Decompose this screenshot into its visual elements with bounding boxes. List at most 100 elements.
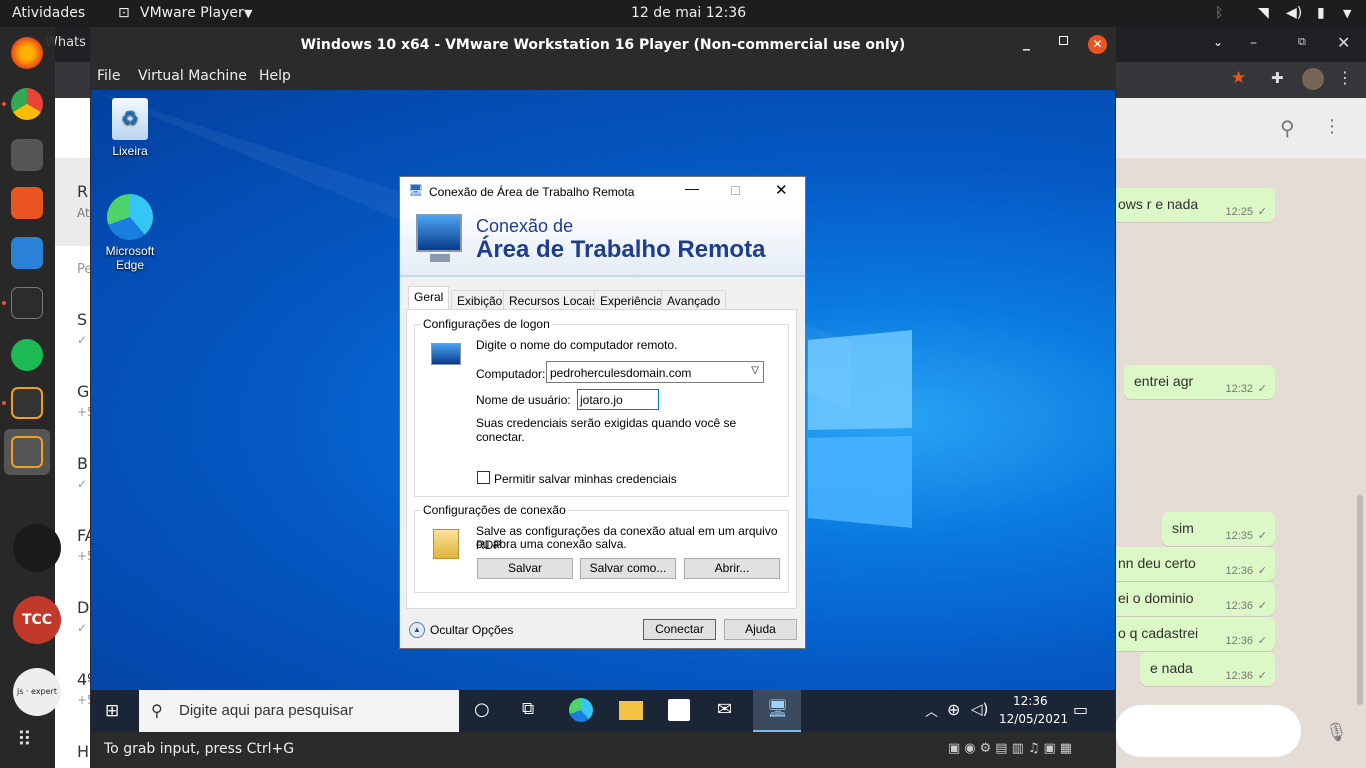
- system-menu-chevron-icon[interactable]: ▼: [1343, 7, 1351, 20]
- menu-file[interactable]: File: [97, 68, 120, 84]
- tab-exibicao[interactable]: Exibição: [451, 290, 509, 310]
- username-input[interactable]: jotaro.jo: [577, 389, 659, 410]
- hide-options-chevron-icon[interactable]: ▲: [409, 622, 425, 638]
- message-bubble[interactable]: e nada 12:36 ✓: [1140, 652, 1275, 686]
- menu-virtual-machine[interactable]: Virtual Machine: [138, 68, 247, 84]
- device-status-icons[interactable]: ▣◉⚙▤▥♫▣▦: [948, 741, 1076, 756]
- tab-avancado[interactable]: Avançado: [661, 290, 727, 310]
- message-bubble[interactable]: ows r e nada 12:25 ✓: [1108, 188, 1275, 222]
- chat-avatar: [13, 524, 61, 572]
- message-text: entrei agr: [1134, 373, 1194, 389]
- save-button[interactable]: Salvar: [477, 558, 573, 579]
- taskbar-search-box[interactable]: ⚲ Digite aqui para pesquisar: [139, 690, 459, 732]
- firefox-icon[interactable]: [11, 37, 43, 69]
- profile-avatar[interactable]: [1302, 68, 1324, 90]
- terminal-icon[interactable]: [11, 287, 43, 319]
- conversation-scrollbar[interactable]: [1357, 495, 1363, 705]
- hide-options-link[interactable]: Ocultar Opções: [430, 623, 513, 637]
- volume-icon[interactable]: ◀): [1286, 5, 1302, 21]
- minimize-icon[interactable]: —: [685, 180, 699, 196]
- minimize-icon[interactable]: _: [1023, 35, 1030, 51]
- conversation-header: ⚲ ⋮: [1115, 98, 1366, 158]
- tab-geral[interactable]: Geral: [408, 286, 450, 310]
- close-icon[interactable]: ✕: [1337, 33, 1350, 52]
- maximize-icon[interactable]: ⧉: [1298, 35, 1306, 49]
- message-bubble[interactable]: ei o dominio 12:36 ✓: [1108, 582, 1275, 616]
- minimize-icon[interactable]: –: [1250, 35, 1257, 51]
- rdp-computer-stand: [430, 254, 450, 262]
- message-input[interactable]: [1115, 705, 1301, 757]
- vmware-app-icon: ⊡: [118, 5, 130, 21]
- chat-item[interactable]: S ✓: [77, 310, 87, 360]
- help-button[interactable]: Ajuda: [724, 619, 797, 640]
- maximize-icon: [731, 186, 740, 195]
- message-bubble[interactable]: o q cadastrei 12:36 ✓: [1108, 617, 1275, 651]
- rdp-taskbar-button[interactable]: 🖥: [753, 690, 801, 732]
- connect-button[interactable]: Conectar: [643, 619, 716, 640]
- extensions-icon[interactable]: ✚: [1271, 69, 1284, 87]
- bookmark-star-icon[interactable]: ★: [1231, 68, 1246, 88]
- tab-experiencia[interactable]: Experiência: [594, 290, 669, 310]
- files-icon[interactable]: [11, 139, 43, 171]
- cortana-icon[interactable]: ○: [474, 699, 490, 720]
- chat-item[interactable]: H: [77, 742, 89, 768]
- message-bubble[interactable]: nn deu certo 12:36 ✓: [1108, 547, 1275, 581]
- wifi-icon[interactable]: ◥: [1258, 5, 1269, 21]
- file-explorer-icon[interactable]: [619, 701, 643, 720]
- save-credentials-label[interactable]: Permitir salvar minhas credenciais: [494, 472, 677, 486]
- chat-list-selected-row[interactable]: R At: [55, 158, 90, 246]
- save-as-button[interactable]: Salvar como...: [580, 558, 676, 579]
- spotify-icon[interactable]: [11, 339, 43, 371]
- read-check-icon: ✓: [1257, 670, 1267, 682]
- task-view-icon[interactable]: ⧉: [522, 699, 534, 719]
- recycle-bin-icon[interactable]: ♻ Lixeira: [102, 98, 158, 158]
- vmware-player-icon[interactable]: [11, 436, 43, 468]
- chrome-icon[interactable]: [11, 88, 43, 120]
- message-time: 12:25: [1225, 206, 1253, 218]
- search-icon: ⚲: [151, 703, 163, 720]
- save-credentials-checkbox[interactable]: [477, 471, 490, 484]
- chat-name: G: [77, 382, 90, 401]
- edge-desktop-icon[interactable]: Microsoft Edge: [102, 194, 158, 272]
- close-icon[interactable]: ✕: [775, 181, 788, 199]
- message-bubble[interactable]: entrei agr 12:32 ✓: [1124, 365, 1275, 399]
- chevron-down-icon[interactable]: ▼: [244, 7, 252, 20]
- mail-icon[interactable]: ✉: [717, 699, 732, 720]
- activities-button[interactable]: Atividades: [12, 5, 85, 21]
- conversation-menu-icon[interactable]: ⋮: [1323, 116, 1341, 137]
- vmware-icon[interactable]: [11, 387, 43, 419]
- speaker-icon[interactable]: ◁): [971, 700, 988, 718]
- edge-taskbar-icon[interactable]: [569, 698, 593, 722]
- chat-name: H: [77, 742, 90, 761]
- notifications-icon[interactable]: ▭: [1073, 700, 1088, 719]
- show-hidden-icons-chevron[interactable]: ︿: [925, 701, 938, 720]
- maximize-icon[interactable]: [1059, 36, 1068, 45]
- store-icon[interactable]: [668, 699, 690, 721]
- battery-icon[interactable]: ▮: [1317, 5, 1325, 21]
- chat-item[interactable]: D ✓: [77, 598, 89, 648]
- network-icon[interactable]: ⊕: [947, 700, 960, 719]
- computer-combobox[interactable]: pedroherculesdomain.com ▽: [546, 361, 764, 383]
- taskbar-time[interactable]: 12:36: [1013, 694, 1048, 708]
- chrome-menu-icon[interactable]: ⋮: [1337, 68, 1353, 87]
- close-button[interactable]: ✕: [1088, 35, 1107, 54]
- chevron-down-icon[interactable]: ▽: [751, 365, 759, 376]
- software-center-icon[interactable]: [11, 187, 43, 219]
- tab-recursos-locais[interactable]: Recursos Locais: [503, 290, 604, 310]
- vscode-icon[interactable]: [11, 237, 43, 269]
- tab-search-icon[interactable]: ⌄: [1213, 35, 1223, 49]
- menu-help[interactable]: Help: [259, 68, 291, 84]
- microphone-icon[interactable]: 🎙: [1325, 722, 1348, 743]
- windows-start-icon[interactable]: ⊞: [105, 701, 119, 721]
- app-menu-label[interactable]: VMware Player: [140, 5, 244, 21]
- search-icon[interactable]: ⚲: [1280, 116, 1295, 140]
- chat-item[interactable]: B ✓: [77, 454, 88, 504]
- taskbar-date[interactable]: 12/05/2021: [999, 712, 1068, 726]
- clock[interactable]: 12 de mai 12:36: [631, 5, 746, 21]
- open-button[interactable]: Abrir...: [684, 558, 780, 579]
- message-bubble[interactable]: sim 12:35 ✓: [1162, 512, 1275, 546]
- vmware-menubar: File Virtual Machine Help: [90, 63, 1116, 90]
- app-grid-icon[interactable]: ⠿: [17, 727, 32, 751]
- bluetooth-icon[interactable]: ᛒ: [1215, 5, 1223, 21]
- message-text: sim: [1172, 520, 1194, 536]
